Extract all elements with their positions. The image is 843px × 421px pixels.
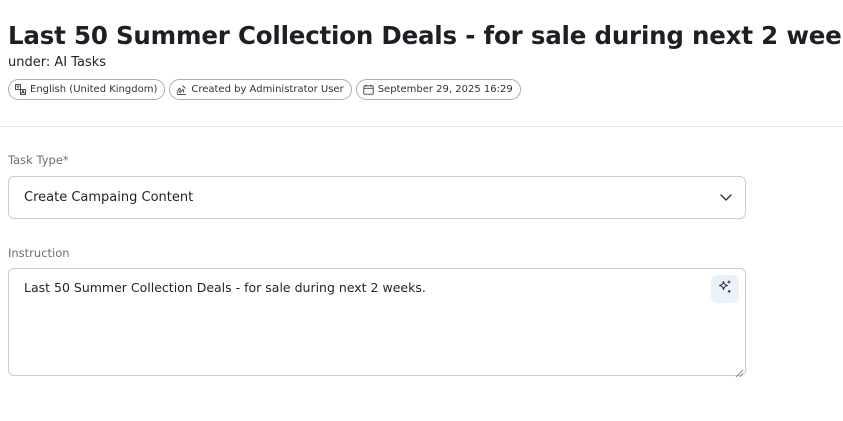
instruction-label: Instruction: [8, 246, 70, 260]
page-title: Last 50 Summer Collection Deals - for sa…: [8, 21, 843, 50]
chevron-down-icon: [719, 190, 733, 204]
instruction-textarea[interactable]: Last 50 Summer Collection Deals - for sa…: [8, 268, 746, 378]
translate-icon: [15, 84, 26, 95]
ai-generate-button[interactable]: [711, 275, 739, 303]
instruction-value: Last 50 Summer Collection Deals - for sa…: [24, 280, 426, 295]
resize-handle-icon[interactable]: [735, 365, 744, 378]
task-type-value: Create Campaing Content: [24, 190, 194, 205]
task-type-select[interactable]: Create Campaing Content: [8, 176, 746, 219]
task-type-label: Task Type*: [8, 153, 69, 167]
language-chip: English (United Kingdom): [8, 79, 166, 100]
calendar-icon: [363, 84, 374, 95]
page-subtitle: under: AI Tasks: [8, 55, 107, 70]
language-chip-label: English (United Kingdom): [30, 84, 158, 95]
author-chip: Created by Administrator User: [169, 79, 352, 100]
sparkle-icon: [717, 279, 733, 300]
date-chip-label: September 29, 2025 16:29: [377, 84, 513, 95]
page-header: Last 50 Summer Collection Deals - for sa…: [8, 20, 843, 100]
meta-chips: English (United Kingdom) Created by Admi…: [8, 79, 838, 100]
signature-icon: [176, 84, 187, 95]
author-chip-label: Created by Administrator User: [191, 84, 344, 95]
header-divider: [0, 126, 843, 127]
date-chip: September 29, 2025 16:29: [355, 79, 521, 100]
